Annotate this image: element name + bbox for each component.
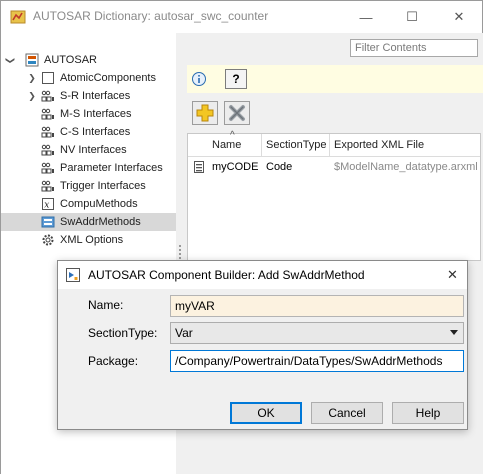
window-title: AUTOSAR Dictionary: autosar_swc_counter [33,9,269,23]
tree-item-atomiccomponents[interactable]: ❯ AtomicComponents [1,69,176,87]
sectiontype-label: SectionType: [88,326,158,340]
tree-label: M-S Interfaces [60,108,132,120]
dropdown-caret-icon [450,330,458,335]
dialog-close-button[interactable]: ✕ [438,261,467,289]
sectiontype-dropdown[interactable]: Var [170,322,464,344]
add-swaddrmethod-dialog: AUTOSAR Component Builder: Add SwAddrMet… [57,260,468,430]
cancel-button[interactable]: Cancel [311,402,383,424]
package-label: Package: [88,354,139,368]
tree-label: S-R Interfaces [60,90,131,102]
tree-label: Parameter Interfaces [60,162,163,174]
interface-icon [41,108,54,120]
column-header-sectiontype[interactable]: SectionType [262,134,330,156]
delete-icon [229,105,245,121]
minimize-button[interactable]: — [343,1,389,33]
swaddrmethods-table: ^ Name SectionType Exported XML File myC… [187,130,481,261]
dialog-title: AUTOSAR Component Builder: Add SwAddrMet… [88,268,365,282]
add-button[interactable] [192,101,218,125]
addr-method-icon [41,216,55,228]
add-icon [196,104,214,122]
name-field[interactable]: myVAR [170,295,464,317]
tree-label: C-S Interfaces [60,126,131,138]
help-button[interactable]: ? [225,69,247,89]
tree-item-xml-options[interactable]: XML Options [1,231,176,249]
column-header-name[interactable]: Name [208,134,262,156]
cell-xml-file: $ModelName_datatype.arxml [334,161,478,173]
tree-label: SwAddrMethods [60,216,141,228]
dialog-title-bar: AUTOSAR Component Builder: Add SwAddrMet… [58,261,467,289]
interface-icon [41,144,54,156]
autosar-package-icon [25,53,39,67]
interface-icon [41,180,54,192]
tree-label: AUTOSAR [44,54,97,66]
close-button[interactable]: ✕ [436,1,482,33]
function-icon: x [42,198,54,211]
title-bar: AUTOSAR Dictionary: autosar_swc_counter … [1,1,482,33]
interface-icon [41,162,54,174]
gear-icon [42,234,54,246]
tree-label: CompuMethods [60,198,138,210]
interface-icon [41,90,54,102]
name-label: Name: [88,298,124,312]
package-field[interactable]: /Company/Powertrain/DataTypes/SwAddrMeth… [170,350,464,372]
matlab-app-icon [10,10,26,24]
column-header-exported-xml-file[interactable]: Exported XML File [330,134,480,156]
tree-item-trigger-interfaces[interactable]: Trigger Interfaces [1,177,176,195]
sectiontype-value: Var [175,326,193,340]
tree-item-parameter-interfaces[interactable]: Parameter Interfaces [1,159,176,177]
tree-item-swaddrmethods[interactable]: SwAddrMethods [1,213,176,231]
addr-method-row-icon [194,161,204,173]
tree-label: XML Options [60,234,124,246]
svg-text:x: x [44,201,49,211]
component-icon [42,72,54,84]
tree-item-nv-interfaces[interactable]: NV Interfaces [1,141,176,159]
cell-section-type: Code [266,161,293,173]
interface-icon [41,126,54,138]
tree-item-compumethods[interactable]: x CompuMethods [1,195,176,213]
dialog-help-button[interactable]: Help [392,402,464,424]
expand-arrow-icon[interactable]: ❯ [5,55,16,65]
tree-item-ms-interfaces[interactable]: M-S Interfaces [1,105,176,123]
component-builder-icon [66,268,80,282]
header-divider [188,156,480,157]
tree-label: NV Interfaces [60,144,127,156]
ok-button[interactable]: OK [230,402,302,424]
table-row[interactable]: myCODE Code $ModelName_datatype.arxml [188,158,480,176]
tree-item-cs-interfaces[interactable]: C-S Interfaces [1,123,176,141]
delete-button[interactable] [224,101,250,125]
tree-label: AtomicComponents [60,72,156,84]
info-icon [192,72,206,86]
expand-arrow-icon[interactable]: ❯ [27,91,37,102]
tree-item-autosar[interactable]: ❯ AUTOSAR [1,51,176,69]
filter-contents-input[interactable]: Filter Contents [350,39,478,57]
tree-item-sr-interfaces[interactable]: ❯ S-R Interfaces [1,87,176,105]
maximize-button[interactable]: ☐ [389,1,435,33]
cell-name: myCODE [212,161,259,173]
tree-label: Trigger Interfaces [60,180,146,192]
expand-arrow-icon[interactable]: ❯ [27,73,37,84]
splitter-grip[interactable] [179,245,181,259]
